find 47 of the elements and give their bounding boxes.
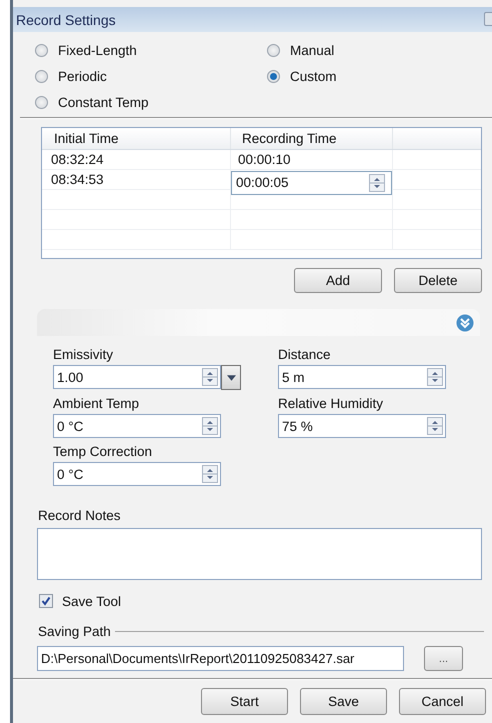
spin-arrows-icon[interactable] <box>202 368 218 386</box>
checkbox[interactable] <box>39 594 53 608</box>
radio-button[interactable] <box>35 96 48 108</box>
path-field[interactable]: D:\Personal\Documents\IrReport\20110925083427.sar <box>37 646 404 671</box>
browse-button[interactable]: ... <box>424 646 463 671</box>
window-title: Record Settings <box>16 12 116 28</box>
time-spin-field[interactable]: 00:00:05 <box>231 171 392 195</box>
field-label: Relative Humidity <box>278 396 384 412</box>
spin-arrows-icon[interactable] <box>202 417 218 435</box>
spin-arrows-icon[interactable] <box>427 417 443 435</box>
radio-button[interactable] <box>267 44 280 56</box>
radio-label: Custom <box>290 68 337 84</box>
dialog-button[interactable]: Start <box>201 688 288 715</box>
radio-label: Manual <box>290 42 334 58</box>
radio-button[interactable] <box>35 44 48 56</box>
spin-field[interactable]: 0 °C <box>53 462 221 486</box>
radio-button[interactable] <box>35 70 48 82</box>
radio-label: Periodic <box>58 68 107 84</box>
caret-icon <box>226 374 236 380</box>
dialog-button[interactable]: Save <box>300 688 387 715</box>
field-label: Temp Correction <box>53 444 154 460</box>
table-cell: 08:32:24 <box>42 150 231 169</box>
spin-field[interactable]: 5 m <box>278 365 446 389</box>
radio-label: Fixed-Length <box>58 42 137 58</box>
radio-label: Constant Temp <box>58 94 149 110</box>
notes-field[interactable] <box>37 528 482 580</box>
table-action-button[interactable]: Add <box>294 268 382 293</box>
dialog-button[interactable]: Cancel <box>399 688 486 715</box>
field-label: Emissivity <box>53 347 114 363</box>
checkbox-label: Save Tool <box>62 594 122 608</box>
spin-arrows-icon[interactable] <box>427 368 443 386</box>
field-label: Record Notes <box>38 508 122 524</box>
group-label: Saving Path <box>38 624 111 639</box>
spin-field[interactable]: 0 °C <box>53 414 221 438</box>
dropdown-button[interactable] <box>221 365 241 390</box>
spin-arrows-icon[interactable] <box>202 465 218 483</box>
spin-field[interactable]: 75 % <box>278 414 446 438</box>
chevron-down-icon[interactable] <box>456 314 474 332</box>
table-cell: 00:00:10 <box>231 150 393 169</box>
table-action-button[interactable]: Delete <box>394 268 482 293</box>
field-label: Distance <box>278 347 332 363</box>
spin-arrows-icon[interactable] <box>369 174 385 192</box>
column-header: Recording Time <box>231 128 393 149</box>
spin-field[interactable]: 1.00 <box>53 365 221 389</box>
column-header: Initial Time <box>42 128 231 149</box>
radio-button[interactable] <box>267 70 280 82</box>
field-label: Ambient Temp <box>53 396 140 412</box>
